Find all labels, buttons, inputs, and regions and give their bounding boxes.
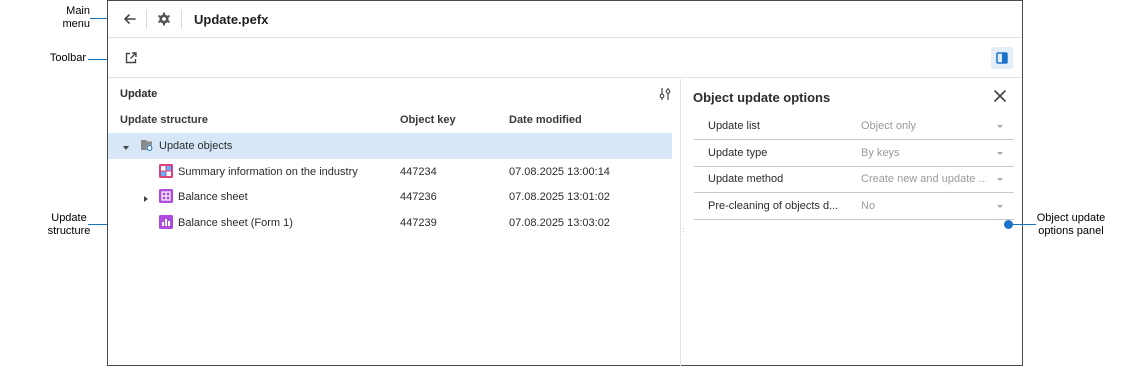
options-panel-title: Object update options: [693, 90, 831, 105]
expand-caret-icon[interactable]: [143, 193, 149, 202]
tree-row[interactable]: Update objects: [108, 133, 672, 159]
folder-update-icon: [140, 138, 154, 152]
option-update-type[interactable]: Update type By keys: [694, 140, 1014, 167]
column-header-structure[interactable]: Update structure: [120, 114, 208, 126]
column-settings-button[interactable]: [658, 87, 672, 101]
tree-row[interactable]: Summary information on the industry 4472…: [108, 159, 672, 185]
row-name: Summary information on the industry: [178, 166, 358, 178]
tree-row[interactable]: Balance sheet (Form 1) 447239 07.08.2025…: [108, 210, 672, 236]
option-label: Update list: [708, 120, 760, 132]
option-pre-cleaning[interactable]: Pre-cleaning of objects d... No: [694, 193, 1014, 220]
gear-icon: [158, 12, 170, 26]
row-object-key: 447234: [400, 166, 437, 178]
panel-title: Update: [120, 88, 158, 100]
row-date-modified: 07.08.2025 13:03:02: [509, 217, 610, 229]
option-label: Update method: [708, 173, 784, 185]
row-name: Balance sheet: [178, 191, 248, 203]
chart-report-icon: [159, 215, 173, 229]
callout-options-panel-line1: Object update: [1036, 212, 1106, 224]
option-value[interactable]: By keys: [861, 147, 986, 159]
menu-separator: [146, 10, 147, 29]
option-label: Update type: [708, 147, 768, 159]
spreadsheet-icon: [159, 189, 173, 203]
option-value[interactable]: No: [861, 200, 986, 212]
expand-caret-icon[interactable]: [123, 142, 129, 150]
column-header-object-key[interactable]: Object key: [400, 114, 456, 126]
callout-main-menu: Main menu: [50, 5, 90, 31]
tree-row[interactable]: Balance sheet 447236 07.08.2025 13:01:02: [108, 184, 672, 210]
callout-main-menu-line2: menu: [62, 18, 90, 30]
sliders-icon: [659, 88, 671, 100]
row-date-modified: 07.08.2025 13:01:02: [509, 191, 610, 203]
export-button[interactable]: [124, 51, 138, 65]
arrow-left-icon: [124, 14, 136, 24]
update-structure-panel: Update Update structure Object key Date …: [108, 79, 681, 366]
close-icon: [994, 90, 1006, 102]
object-update-options-panel: Object update options Update list Object…: [681, 79, 1022, 366]
option-update-method[interactable]: Update method Create new and update ...: [694, 166, 1014, 193]
column-header-date-modified[interactable]: Date modified: [509, 114, 582, 126]
side-panel-icon: [996, 52, 1008, 64]
toolbar: [108, 39, 1022, 78]
row-name: Balance sheet (Form 1): [178, 217, 293, 229]
chevron-down-icon[interactable]: [997, 152, 1003, 155]
callout-options-panel: Object update options panel: [1033, 212, 1109, 238]
option-value[interactable]: Create new and update ...: [861, 173, 986, 185]
option-value[interactable]: Object only: [861, 120, 986, 132]
option-label: Pre-cleaning of objects d...: [708, 200, 839, 212]
row-object-key: 447236: [400, 191, 437, 203]
chevron-down-icon[interactable]: [997, 205, 1003, 208]
callout-update-structure-line2: structure: [47, 225, 91, 237]
close-button[interactable]: [993, 89, 1007, 103]
callout-update-structure: Update structure: [40, 212, 98, 238]
callout-toolbar: Toolbar: [49, 52, 86, 64]
callout-options-panel-line2: options panel: [1038, 225, 1104, 237]
back-button[interactable]: [121, 10, 139, 28]
document-title: Update.pefx: [194, 12, 269, 27]
row-date-modified: 07.08.2025 13:00:14: [509, 166, 610, 178]
external-link-icon: [125, 52, 137, 64]
menu-separator: [181, 10, 182, 29]
dashboard-icon: [159, 164, 173, 178]
settings-button[interactable]: [155, 10, 173, 28]
app-window: Update.pefx Update Update structure Obje…: [107, 0, 1023, 366]
row-object-key: 447239: [400, 217, 437, 229]
callout-update-structure-line1: Update: [51, 212, 87, 224]
callout-options-panel-line: [1009, 224, 1036, 225]
option-update-list[interactable]: Update list Object only: [694, 113, 1014, 140]
main-menu-bar: Update.pefx: [108, 1, 1022, 38]
callout-main-menu-line1: Main: [66, 5, 90, 17]
options-panel-toggle-button[interactable]: [991, 47, 1013, 69]
row-name: Update objects: [159, 140, 233, 152]
chevron-down-icon[interactable]: [997, 178, 1003, 181]
chevron-down-icon[interactable]: [997, 125, 1003, 128]
